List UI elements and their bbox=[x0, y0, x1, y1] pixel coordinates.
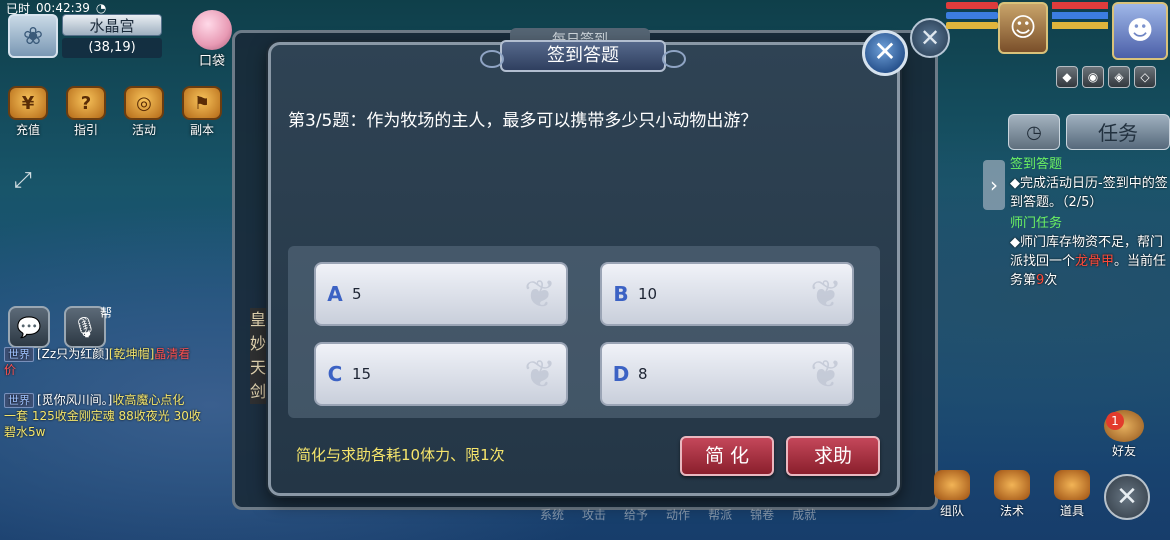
cost-note: 简化与求助各耗10体力、限1次 bbox=[296, 446, 505, 464]
chat-bubble-icon: 💬 bbox=[16, 315, 42, 339]
hp-bar bbox=[946, 2, 998, 9]
option-value: 8 bbox=[638, 365, 648, 383]
minimap-icon[interactable]: ❀ bbox=[8, 14, 58, 58]
spell-icon bbox=[994, 470, 1030, 500]
menu-guild[interactable]: 帮派 bbox=[708, 506, 732, 523]
option-letter: D bbox=[612, 362, 630, 386]
status-bars bbox=[946, 2, 998, 32]
dialog-title: 签到答题 bbox=[480, 40, 686, 72]
ask-help-button[interactable]: 求助 bbox=[786, 436, 880, 476]
dungeon-icon: ⚑ bbox=[182, 86, 222, 120]
clock-text: 00:42:39 bbox=[36, 1, 90, 15]
task-list: 签到答题 ◆完成活动日历-签到中的签到答题。（2/5） 师门任务 ◆师门库存物资… bbox=[1010, 155, 1170, 290]
buff-icons: ◆ ◉ ◈ ◇ bbox=[1056, 66, 1156, 88]
menu-achievement[interactable]: 成就 bbox=[792, 506, 816, 523]
recharge-icon: ¥ bbox=[8, 86, 48, 120]
team-icon bbox=[934, 470, 970, 500]
close-icon: ✕ bbox=[873, 35, 897, 68]
task-item[interactable]: 签到答题 ◆完成活动日历-签到中的签到答题。（2/5） bbox=[1010, 155, 1170, 212]
pet-portrait[interactable]: ☺ bbox=[998, 2, 1048, 54]
expand-view-icon[interactable]: ⤢ bbox=[14, 168, 44, 198]
collapse-arrow-button[interactable]: › bbox=[983, 160, 1005, 210]
chat-bubble-button[interactable]: 💬 bbox=[8, 306, 50, 348]
minimap[interactable]: ❀ 水晶宫 (38,19) bbox=[8, 14, 168, 64]
bag-icon bbox=[1054, 470, 1090, 500]
plum-branch-icon: ❦ bbox=[524, 352, 556, 396]
question-text: 第3/5题：作为牧场的主人，最多可以携带多少只小动物出游？ bbox=[288, 111, 758, 131]
close-icon: ✕ bbox=[1116, 482, 1138, 512]
plum-branch-icon: ❦ bbox=[524, 272, 556, 316]
option-value: 15 bbox=[352, 365, 372, 383]
option-a-button[interactable]: A 5 ❦ bbox=[314, 262, 568, 326]
plum-branch-icon: ❦ bbox=[810, 272, 842, 316]
pocket-button[interactable]: 口袋 bbox=[188, 10, 236, 72]
task-item[interactable]: 师门任务 ◆师门库存物资不足，帮门派找回一个龙骨甲。当前任务第9次 bbox=[1010, 214, 1170, 290]
quick-actions: ¥ 充值 ? 指引 ◎ 活动 ⚑ 副本 bbox=[6, 86, 224, 138]
player-portrait[interactable]: ☻ bbox=[1112, 2, 1168, 60]
player-portrait-icon: ☻ bbox=[1126, 16, 1154, 46]
activity-icon: ◎ bbox=[124, 86, 164, 120]
bottom-menu: 系统 攻击 给予 动作 帮派 锦卷 成就 bbox=[540, 506, 816, 523]
timer-button[interactable]: ◷ bbox=[1008, 114, 1060, 150]
wifi-icon: ◔ bbox=[95, 1, 107, 15]
menu-give[interactable]: 给予 bbox=[624, 506, 648, 523]
option-letter: B bbox=[613, 282, 629, 306]
chat-channel-tag[interactable]: 世界 bbox=[4, 347, 34, 362]
guild-chat-label[interactable]: 帮 bbox=[100, 304, 112, 321]
chat-line: 世界 [觅你风川间。]收高魔心点化 一套 125收金刚定魂 88收夜光 30收 碧… bbox=[4, 393, 201, 439]
background-side-text: 皇 妙 天 剑 bbox=[250, 308, 270, 404]
sp-bar bbox=[946, 22, 998, 29]
activity-button[interactable]: ◎ 活动 bbox=[122, 86, 166, 138]
chevron-right-icon: › bbox=[990, 173, 998, 197]
option-value: 5 bbox=[352, 285, 362, 303]
tab-tasks[interactable]: 任务 bbox=[1066, 114, 1170, 150]
guide-icon: ? bbox=[66, 86, 106, 120]
close-menu-button[interactable]: ✕ bbox=[1104, 474, 1150, 520]
team-button[interactable]: 组队 bbox=[930, 470, 974, 519]
option-d-button[interactable]: D 8 ❦ bbox=[600, 342, 854, 406]
answer-panel: A 5 ❦ B 10 ❦ C 15 ❦ D 8 ❦ bbox=[288, 246, 880, 418]
task-header: ◷ 任务 bbox=[1008, 114, 1170, 150]
option-letter: A bbox=[327, 282, 343, 306]
spell-button[interactable]: 法术 bbox=[990, 470, 1034, 519]
chat-line: 世界 [Zz只为红颜][乾坤帽]晶清看 价 bbox=[4, 347, 191, 377]
simplify-button[interactable]: 简 化 bbox=[680, 436, 774, 476]
pet-portrait-icon: ☺ bbox=[1009, 13, 1037, 43]
dialog-close-button[interactable]: ✕ bbox=[862, 30, 908, 76]
notification-badge: 1 bbox=[1106, 412, 1124, 430]
clock-icon: ◷ bbox=[1026, 122, 1042, 143]
microphone-icon: 🎙 bbox=[72, 315, 98, 339]
map-name: 水晶宫 bbox=[62, 14, 162, 36]
plum-branch-icon: ❦ bbox=[810, 352, 842, 396]
mp-bar bbox=[946, 12, 998, 19]
guide-button[interactable]: ? 指引 bbox=[64, 86, 108, 138]
buff-icon[interactable]: ◉ bbox=[1082, 66, 1104, 88]
background-close-button[interactable]: ✕ bbox=[910, 18, 950, 58]
friends-button[interactable]: 1 好友 bbox=[1100, 410, 1148, 459]
bottom-icons: 组队 法术 道具 bbox=[930, 470, 1094, 519]
buff-icon[interactable]: ◈ bbox=[1108, 66, 1130, 88]
buff-icon[interactable]: ◇ bbox=[1134, 66, 1156, 88]
player-bars bbox=[1052, 2, 1108, 29]
buff-icon[interactable]: ◆ bbox=[1056, 66, 1078, 88]
option-value: 10 bbox=[638, 285, 658, 303]
item-button[interactable]: 道具 bbox=[1050, 470, 1094, 519]
menu-attack[interactable]: 攻击 bbox=[582, 506, 606, 523]
chat-log: 世界 [Zz只为红颜][乾坤帽]晶清看 价 世界 [觅你风川间。]收高魔心点化 一套… bbox=[0, 344, 245, 442]
map-coords: (38,19) bbox=[62, 38, 162, 58]
option-b-button[interactable]: B 10 ❦ bbox=[600, 262, 854, 326]
option-c-button[interactable]: C 15 ❦ bbox=[314, 342, 568, 406]
menu-action[interactable]: 动作 bbox=[666, 506, 690, 523]
option-letter: C bbox=[327, 362, 343, 386]
recharge-button[interactable]: ¥ 充值 bbox=[6, 86, 50, 138]
chat-channel-tag[interactable]: 世界 bbox=[4, 393, 34, 408]
menu-scroll[interactable]: 锦卷 bbox=[750, 506, 774, 523]
pet-icon bbox=[192, 10, 232, 50]
dungeon-button[interactable]: ⚑ 副本 bbox=[180, 86, 224, 138]
menu-system[interactable]: 系统 bbox=[540, 506, 564, 523]
